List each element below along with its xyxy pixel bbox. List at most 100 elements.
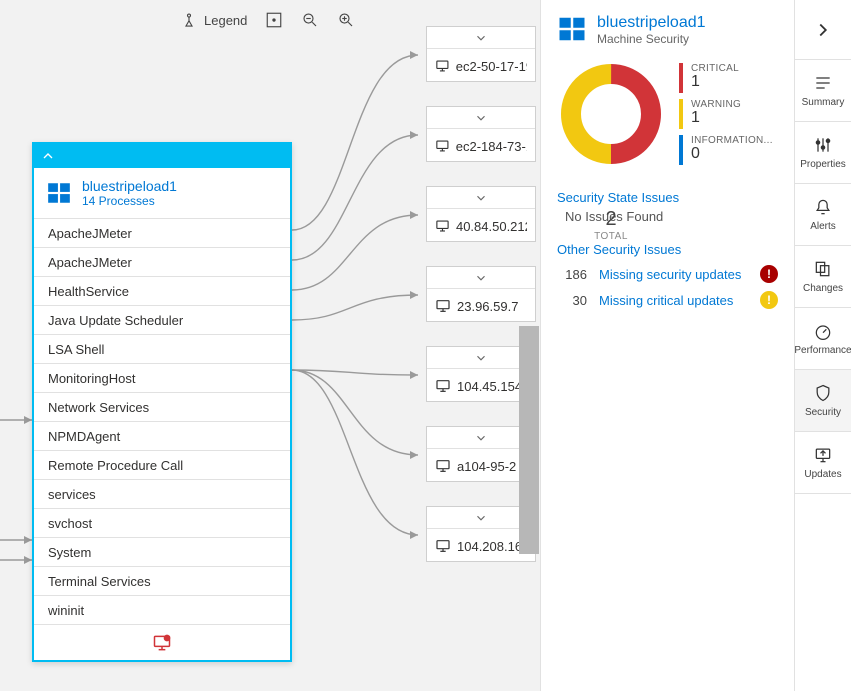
machine-alert-icon[interactable] xyxy=(152,633,172,653)
process-item[interactable]: MonitoringHost xyxy=(34,363,290,392)
monitor-icon xyxy=(435,138,450,154)
legend-label: Legend xyxy=(204,13,247,28)
process-item[interactable]: Remote Procedure Call xyxy=(34,450,290,479)
rail-label: Performance xyxy=(794,345,851,356)
card-header: bluestripeload1 14 Processes xyxy=(34,168,290,218)
donut-total-label: TOTAL xyxy=(594,231,628,242)
process-item[interactable]: Terminal Services xyxy=(34,566,290,595)
sev-critical-value: 1 xyxy=(691,74,739,90)
process-item[interactable]: NPMDAgent xyxy=(34,421,290,450)
dest-label: 40.84.50.212 xyxy=(456,219,527,234)
destination-card[interactable]: 23.96.59.7 xyxy=(426,266,536,322)
rail-label: Properties xyxy=(800,159,846,170)
process-item[interactable]: ApacheJMeter xyxy=(34,247,290,276)
expand-button[interactable] xyxy=(795,0,851,60)
rail-item-alerts[interactable]: Alerts xyxy=(795,184,851,246)
scroll-edge xyxy=(519,326,539,554)
chevron-down-icon xyxy=(474,511,488,525)
dest-label: 104.45.154 xyxy=(457,379,522,394)
fit-icon[interactable] xyxy=(265,11,283,29)
rail-label: Security xyxy=(805,407,841,418)
process-item[interactable]: wininit xyxy=(34,595,290,624)
donut-total: 2 xyxy=(605,208,616,231)
map-toolbar: Legend xyxy=(180,0,355,40)
zoom-out-icon[interactable] xyxy=(301,11,319,29)
dest-label: ec2-184-73-1 xyxy=(456,139,527,154)
dest-collapse[interactable] xyxy=(427,267,535,289)
windows-icon xyxy=(46,180,72,206)
monitor-icon xyxy=(435,58,450,74)
windows-icon xyxy=(557,14,587,44)
legend-button[interactable]: Legend xyxy=(180,11,247,29)
dest-label: a104-95-2 xyxy=(457,459,516,474)
alerts-icon xyxy=(813,197,833,217)
dest-label: 23.96.59.7 xyxy=(457,299,518,314)
sev-warning-value: 1 xyxy=(691,110,741,126)
destination-card[interactable]: ec2-184-73-1 xyxy=(426,106,536,162)
process-item[interactable]: ApacheJMeter xyxy=(34,218,290,247)
issue-badge-icon: ! xyxy=(760,265,778,283)
right-rail: Summary Properties Alerts Changes Performanc… xyxy=(794,0,851,691)
rail-item-updates[interactable]: Updates xyxy=(795,432,851,494)
issue-text: Missing critical updates xyxy=(599,293,748,308)
summary-icon xyxy=(813,73,833,93)
dest-collapse[interactable] xyxy=(427,107,535,129)
process-item[interactable]: Java Update Scheduler xyxy=(34,305,290,334)
zoom-in-icon[interactable] xyxy=(337,11,355,29)
machine-title: bluestripeload1 xyxy=(82,178,177,194)
map-canvas[interactable]: Legend xyxy=(0,0,540,691)
severity-donut xyxy=(557,60,665,168)
rail-label: Updates xyxy=(804,469,841,480)
rail-label: Changes xyxy=(803,283,843,294)
chevron-down-icon xyxy=(474,271,488,285)
chevron-down-icon xyxy=(474,351,488,365)
security-panel: bluestripeload1 Machine Security 2 TOTAL… xyxy=(540,0,794,691)
process-item[interactable]: Network Services xyxy=(34,392,290,421)
rail-item-performance[interactable]: Performance xyxy=(795,308,851,370)
process-item[interactable]: System xyxy=(34,537,290,566)
changes-icon xyxy=(813,259,833,279)
process-list: ApacheJMeterApacheJMeterHealthServiceJav… xyxy=(34,218,290,624)
dest-collapse[interactable] xyxy=(427,27,535,49)
sev-info-value: 0 xyxy=(691,146,773,162)
chevron-down-icon xyxy=(474,111,488,125)
legend-icon xyxy=(180,11,198,29)
monitor-icon xyxy=(435,378,451,394)
process-item[interactable]: services xyxy=(34,479,290,508)
rail-item-summary[interactable]: Summary xyxy=(795,60,851,122)
chevron-right-icon xyxy=(812,19,834,41)
process-item[interactable]: HealthService xyxy=(34,276,290,305)
rail-item-properties[interactable]: Properties xyxy=(795,122,851,184)
dest-label: ec2-50-17-19 xyxy=(456,59,527,74)
monitor-icon xyxy=(435,218,450,234)
dest-label: 104.208.16 xyxy=(457,539,522,554)
chevron-down-icon xyxy=(474,191,488,205)
security-icon xyxy=(813,383,833,403)
issue-badge-icon: ! xyxy=(760,291,778,309)
panel-title: bluestripeload1 xyxy=(597,14,706,32)
card-topbar[interactable] xyxy=(34,144,290,168)
chevron-up-icon xyxy=(40,148,56,164)
rail-item-changes[interactable]: Changes xyxy=(795,246,851,308)
updates-icon xyxy=(813,445,833,465)
rail-item-security[interactable]: Security xyxy=(795,370,851,432)
performance-icon xyxy=(813,321,833,341)
chevron-down-icon xyxy=(474,431,488,445)
severity-donut-row: 2 TOTAL CRITICAL1 WARNING1 INFORMATION..… xyxy=(557,60,778,168)
issue-count: 30 xyxy=(557,293,587,308)
rail-label: Alerts xyxy=(810,221,836,232)
monitor-icon xyxy=(435,538,451,554)
chevron-down-icon xyxy=(474,31,488,45)
issue-row[interactable]: 30 Missing critical updates ! xyxy=(557,287,778,313)
process-item[interactable]: LSA Shell xyxy=(34,334,290,363)
monitor-icon xyxy=(435,458,451,474)
process-item[interactable]: svchost xyxy=(34,508,290,537)
sev-info-label: INFORMATION... xyxy=(691,135,773,146)
panel-subtitle: Machine Security xyxy=(597,32,706,46)
machine-card[interactable]: bluestripeload1 14 Processes ApacheJMete… xyxy=(32,142,292,662)
destination-card[interactable]: ec2-50-17-19 xyxy=(426,26,536,82)
dest-collapse[interactable] xyxy=(427,187,535,209)
properties-icon xyxy=(813,135,833,155)
destination-card[interactable]: 40.84.50.212 xyxy=(426,186,536,242)
rail-label: Summary xyxy=(802,97,845,108)
